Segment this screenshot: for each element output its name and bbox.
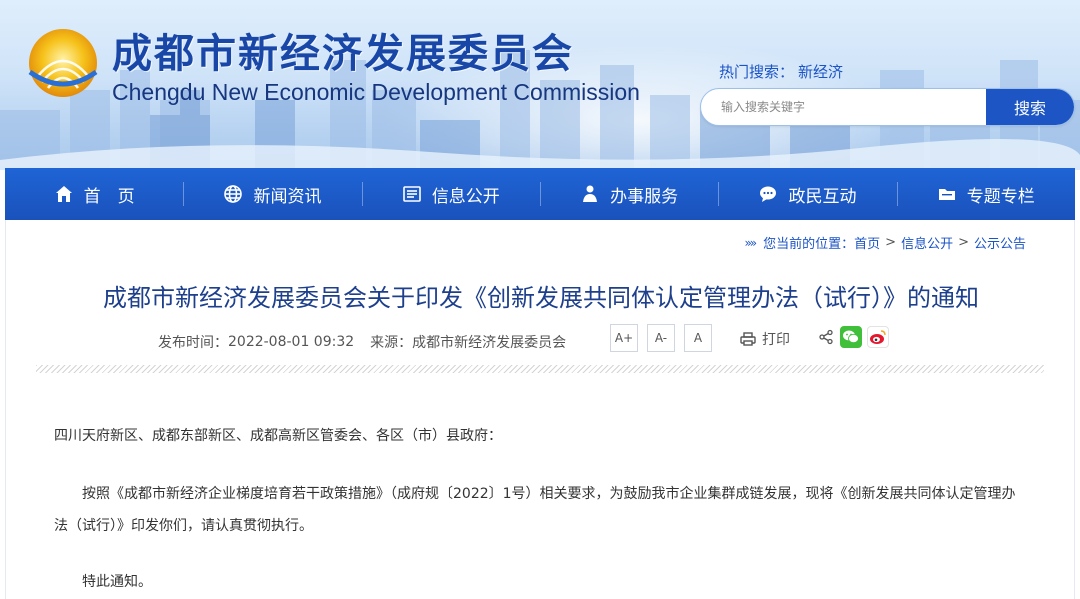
source-label: 来源： [370, 335, 413, 351]
publish-time: 2022-08-01 09:32 [228, 334, 355, 350]
search-button[interactable]: 搜索 [986, 89, 1074, 125]
font-reset-button[interactable]: A [684, 324, 712, 352]
weibo-share-icon[interactable] [867, 326, 889, 348]
breadcrumb-announcements[interactable]: 公示公告 [974, 233, 1026, 252]
globe-icon [223, 184, 243, 204]
document-icon [402, 184, 422, 204]
nav-item-label: 专题专栏 [966, 186, 1035, 207]
nav-item-interaction[interactable]: 政民互动 [718, 168, 896, 220]
nav-item-label: 首 页 [83, 186, 135, 207]
publish-time-label: 发布时间： [158, 335, 228, 351]
font-size-tools: A+ A- A [610, 324, 721, 352]
print-label: 打印 [762, 332, 790, 348]
nav-item-label: 办事服务 [610, 186, 679, 207]
nav-item-label: 新闻资讯 [253, 186, 322, 207]
share-tools [818, 326, 894, 348]
search-box: 搜索 [700, 88, 1075, 126]
commission-logo [28, 29, 98, 97]
site-title-english: Chengdu New Economic Development Commiss… [112, 79, 640, 105]
double-chevron-icon: »» [744, 235, 757, 250]
source: 成都市新经济发展委员会 [412, 335, 567, 351]
breadcrumb-home[interactable]: 首页 [854, 233, 880, 252]
article-salutation: 四川天府新区、成都东部新区、成都高新区管委会、各区（市）县政府： [54, 428, 502, 444]
hot-search: 热门搜索： 新经济 [719, 61, 843, 82]
hot-search-label: 热门搜索： [719, 63, 795, 81]
breadcrumb-separator: > [958, 235, 969, 250]
hot-search-link[interactable]: 新经济 [798, 63, 843, 81]
nav-item-label: 信息公开 [431, 186, 500, 207]
content-panel: »» 您当前的位置： 首页 > 信息公开 > 公示公告 成都市新经济发展委员会关… [5, 220, 1075, 599]
font-increase-button[interactable]: A+ [610, 324, 638, 352]
home-icon [54, 184, 74, 204]
person-icon [580, 184, 600, 204]
nav-item-label: 政民互动 [788, 186, 857, 207]
nav-item-special-topics[interactable]: 专题专栏 [896, 168, 1075, 220]
wechat-share-icon[interactable] [840, 326, 862, 348]
font-decrease-button[interactable]: A- [647, 324, 675, 352]
breadcrumb-separator: > [885, 235, 897, 250]
breadcrumb-info-disclosure[interactable]: 信息公开 [901, 233, 953, 252]
main-nav: 首 页 新闻资讯 信息公开 办事服务 政民互动 专题专栏 [5, 168, 1075, 220]
breadcrumb: »» 您当前的位置： 首页 > 信息公开 > 公示公告 [744, 233, 1026, 252]
site-title-chinese: 成都市新经济发展委员会 [112, 31, 574, 77]
chat-icon [758, 184, 778, 204]
nav-item-services[interactable]: 办事服务 [539, 168, 718, 220]
nav-item-home[interactable]: 首 页 [5, 168, 183, 220]
header-banner: 成都市新经济发展委员会 Chengdu New Economic Develop… [0, 0, 1080, 170]
nav-item-news[interactable]: 新闻资讯 [183, 168, 361, 220]
search-input[interactable] [701, 89, 987, 125]
folder-icon [937, 184, 957, 204]
print-button[interactable]: 打印 [740, 329, 790, 349]
article-closing: 特此通知。 [82, 574, 152, 590]
article-title: 成都市新经济发展委员会关于印发《创新发展共同体认定管理办法（试行）》的通知 [103, 284, 979, 312]
dotted-divider [36, 365, 1044, 373]
printer-icon [740, 332, 756, 346]
breadcrumb-prefix: 您当前的位置： [763, 237, 855, 252]
article-meta: 发布时间： 2022-08-01 09:32 来源： 成都市新经济发展委员会 [158, 330, 566, 354]
article-paragraph: 按照《成都市新经济企业梯度培育若干政策措施》（成府规〔2022〕1号）相关要求，… [54, 486, 1016, 534]
share-icon [819, 329, 833, 345]
nav-item-info-disclosure[interactable]: 信息公开 [361, 168, 540, 220]
